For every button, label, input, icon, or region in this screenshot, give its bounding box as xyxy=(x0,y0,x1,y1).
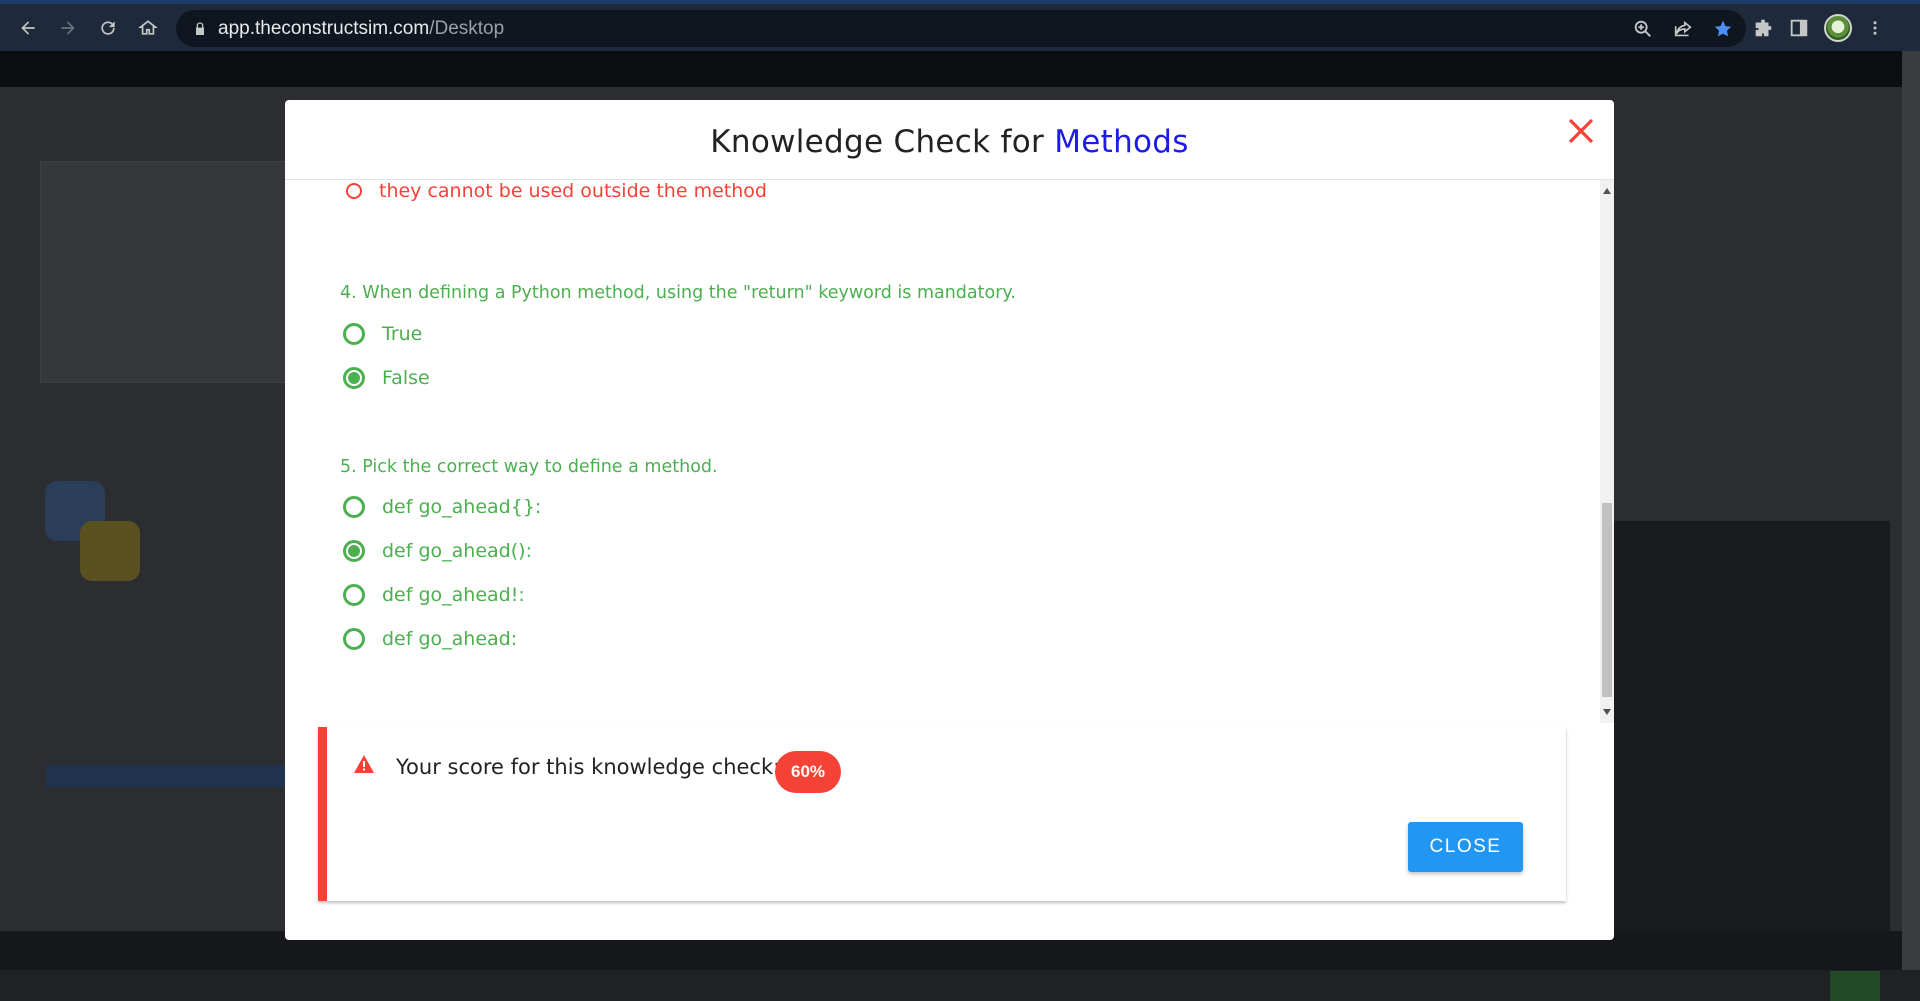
lock-icon[interactable] xyxy=(192,21,208,37)
side-panel-icon[interactable] xyxy=(1788,17,1810,39)
option-label: they cannot be used outside the method xyxy=(379,180,767,202)
radio-button-selected[interactable] xyxy=(343,540,365,562)
question-4-text: 4. When defining a Python method, using … xyxy=(340,283,1016,303)
knowledge-check-modal: Knowledge Check for Methods they cannot … xyxy=(285,100,1614,940)
modal-title-accent: Methods xyxy=(1054,124,1189,160)
radio-button[interactable] xyxy=(343,323,365,345)
radio-button[interactable] xyxy=(343,496,365,518)
radio-button[interactable] xyxy=(346,183,362,199)
close-icon[interactable] xyxy=(1566,116,1596,146)
modal-title-prefix: Knowledge Check for xyxy=(710,124,1045,160)
option-label: def go_ahead(): xyxy=(382,540,532,562)
modal-scrollbar[interactable] xyxy=(1600,180,1614,723)
back-icon[interactable] xyxy=(8,8,48,48)
scrollbar-thumb[interactable] xyxy=(1602,503,1612,697)
bookmark-star-icon[interactable] xyxy=(1712,18,1734,40)
radio-button[interactable] xyxy=(343,628,365,650)
question-4-option-true[interactable]: True xyxy=(343,323,422,345)
zoom-icon[interactable] xyxy=(1632,18,1654,40)
question-5-option-2[interactable]: def go_ahead(): xyxy=(343,540,532,562)
background-progress-bar xyxy=(46,765,306,787)
question-5-option-3[interactable]: def go_ahead!: xyxy=(343,584,525,606)
share-icon[interactable] xyxy=(1672,18,1694,40)
modal-title: Knowledge Check for Methods xyxy=(710,124,1189,160)
forward-icon[interactable] xyxy=(48,8,88,48)
background-green-button xyxy=(1830,971,1880,1001)
close-button[interactable]: CLOSE xyxy=(1408,822,1523,872)
profile-avatar[interactable] xyxy=(1824,14,1852,42)
page-top-strip xyxy=(0,51,1920,87)
url-text: app.theconstructsim.com/Desktop xyxy=(218,17,505,39)
option-label: True xyxy=(382,323,423,345)
option-label: False xyxy=(382,367,430,389)
question-4-option-false[interactable]: False xyxy=(343,367,430,389)
warning-icon xyxy=(354,755,374,773)
option-label: def go_ahead!: xyxy=(382,584,525,606)
prev-question-option[interactable]: they cannot be used outside the method xyxy=(346,180,767,202)
question-5-option-1[interactable]: def go_ahead{}: xyxy=(343,496,541,518)
scroll-down-icon[interactable] xyxy=(1603,709,1611,715)
python-logo-yellow xyxy=(80,521,140,581)
address-bar[interactable]: app.theconstructsim.com/Desktop xyxy=(176,10,1746,47)
browser-toolbar: app.theconstructsim.com/Desktop xyxy=(0,0,1920,51)
menu-icon[interactable] xyxy=(1866,17,1884,39)
score-badge: 60% xyxy=(775,751,842,793)
option-label: def go_ahead: xyxy=(382,628,518,650)
background-terminal xyxy=(1610,521,1890,961)
extensions-icon[interactable] xyxy=(1752,17,1774,39)
radio-button[interactable] xyxy=(343,584,365,606)
option-label: def go_ahead{}: xyxy=(382,496,542,518)
question-5-option-4[interactable]: def go_ahead: xyxy=(343,628,517,650)
home-icon[interactable] xyxy=(128,8,168,48)
modal-header: Knowledge Check for Methods xyxy=(285,100,1614,180)
reload-icon[interactable] xyxy=(88,8,128,48)
page-scrollbar[interactable] xyxy=(1902,51,1920,970)
question-5-text: 5. Pick the correct way to define a meth… xyxy=(340,457,718,477)
score-alert: Your score for this knowledge check: 60%… xyxy=(318,727,1566,901)
scroll-up-icon[interactable] xyxy=(1603,188,1611,194)
radio-button-selected[interactable] xyxy=(343,367,365,389)
questions-scroll-area[interactable]: they cannot be used outside the method 4… xyxy=(285,180,1600,720)
score-text: Your score for this knowledge check: xyxy=(396,755,781,779)
